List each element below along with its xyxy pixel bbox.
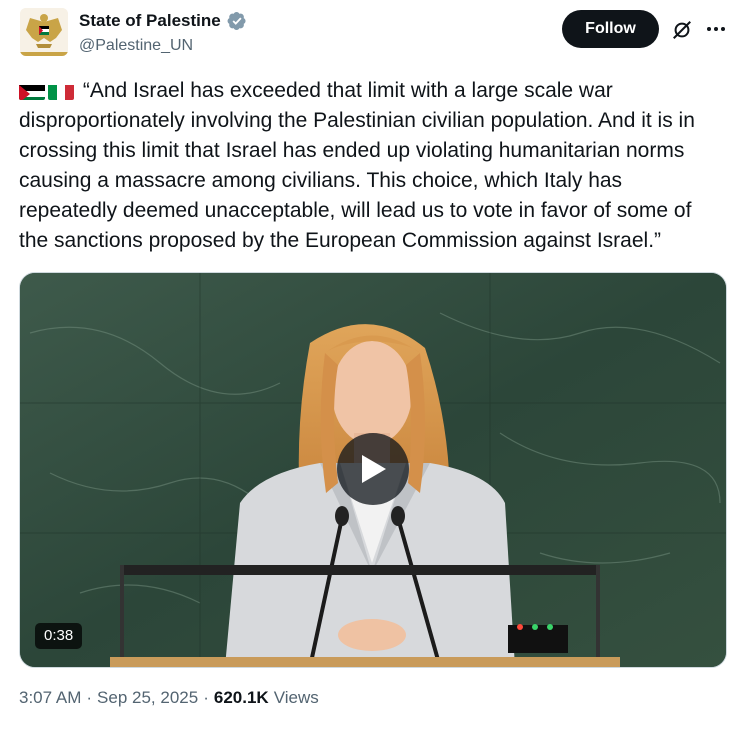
follow-button[interactable]: Follow [562, 10, 659, 48]
video-duration: 0:38 [35, 623, 83, 649]
tweet-meta: 3:07 AM · Sep 25, 2025 · 620.1K Views [19, 688, 319, 708]
views-count[interactable]: 620.1K [214, 688, 269, 708]
tweet-header: State of Palestine @Palestine_UN Follow [20, 8, 725, 64]
author-handle[interactable]: @Palestine_UN [79, 37, 193, 55]
tweet-text: “And Israel has exceeded that limit with… [19, 76, 724, 256]
more-dots-icon [707, 27, 725, 31]
meta-separator: · [203, 688, 209, 707]
author-name[interactable]: State of Palestine [79, 11, 247, 31]
avatar[interactable] [20, 8, 68, 56]
tweet-body: “And Israel has exceeded that limit with… [19, 79, 695, 252]
tweet-time[interactable]: 3:07 AM [19, 688, 81, 708]
play-button[interactable] [337, 433, 409, 505]
tweet-date[interactable]: Sep 25, 2025 [97, 688, 198, 708]
play-icon [362, 455, 386, 483]
video-player[interactable]: 0:38 [19, 272, 727, 668]
meta-separator: · [86, 688, 93, 707]
views-label: Views [273, 688, 319, 707]
palestine-flag-icon [19, 82, 45, 100]
verified-badge-icon [227, 12, 246, 30]
author-name-text[interactable]: State of Palestine [79, 11, 221, 31]
more-icon[interactable] [704, 17, 728, 41]
palestine-emblem-icon [20, 8, 68, 56]
grok-icon[interactable] [671, 19, 693, 41]
italy-flag-icon [48, 82, 74, 100]
